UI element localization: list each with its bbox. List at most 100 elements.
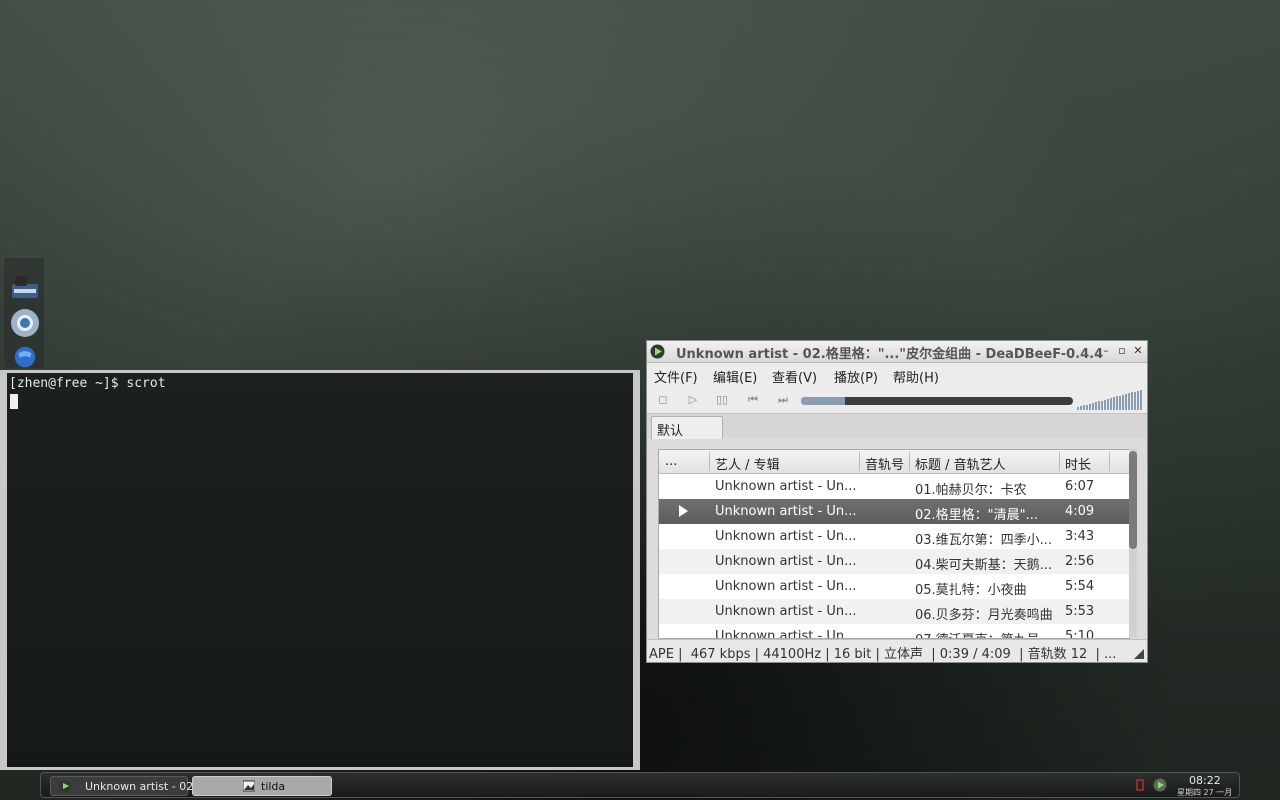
volume-level-bar — [1092, 402, 1094, 410]
terminal-prompt-line: [zhen@free ~]$ scrot — [9, 376, 166, 391]
row-title: 02.格里格："清晨"... — [915, 508, 1039, 523]
clock-time[interactable]: 08:22 — [1189, 774, 1221, 787]
close-button[interactable]: ✕ — [1131, 344, 1145, 358]
volume-bar[interactable] — [1077, 390, 1145, 410]
playlist-row-playing[interactable]: Unknown artist - Un... 02.格里格："清晨"... 4:… — [659, 499, 1129, 524]
chromium-launcher-icon[interactable] — [10, 308, 40, 338]
terminal-area[interactable]: [zhen@free ~]$ scrot — [7, 373, 633, 767]
row-duration: 5:10 — [1065, 629, 1095, 639]
tray-alert-icon[interactable] — [1135, 779, 1145, 791]
row-artist: Unknown artist - Un... — [715, 554, 857, 569]
playlist: ... 艺人 / 专辑 音轨号 标题 / 音轨艺人 时长 Unknown art… — [658, 449, 1130, 639]
playlist-row[interactable]: Unknown artist - Un... 07.德沃夏克：第九号... 5:… — [659, 624, 1129, 639]
volume-level-bar — [1119, 395, 1121, 410]
tab-default[interactable]: 默认 — [651, 416, 723, 439]
volume-level-bar — [1101, 400, 1103, 410]
status-bar: APE | 467 kbps | 44100Hz | 16 bit | 立体声 … — [647, 639, 1147, 662]
column-divider[interactable] — [859, 452, 860, 471]
volume-level-bar — [1113, 397, 1115, 410]
window-title: Unknown artist - 02.格里格："..."皮尔金组曲 - Dea… — [676, 347, 1104, 362]
volume-level-bar — [1137, 390, 1139, 410]
resize-grip[interactable] — [1134, 649, 1144, 659]
menu-help[interactable]: 帮助(H) — [893, 367, 939, 386]
taskbar-item-deadbeef[interactable]: Unknown artist - 02.... — [50, 776, 207, 796]
scrollbar-thumb[interactable] — [1129, 451, 1137, 549]
row-title: 07.德沃夏克：第九号... — [915, 629, 1057, 638]
desktop-dock — [4, 258, 44, 368]
row-title: 06.贝多芬：月光奏鸣曲 — [915, 608, 1053, 623]
clock-date: 星期四 27 一月 — [1177, 788, 1233, 797]
deadbeef-icon — [59, 780, 71, 792]
row-title: 01.帕赫贝尔：卡农 — [915, 483, 1027, 498]
minimize-button[interactable]: – — [1099, 344, 1113, 358]
row-duration: 2:56 — [1065, 554, 1095, 569]
row-duration: 4:09 — [1065, 504, 1095, 519]
volume-level-bar — [1095, 402, 1097, 410]
status-text: APE | 467 kbps | 44100Hz | 16 bit | 立体声 … — [649, 647, 1117, 662]
pause-icon[interactable]: ▯▯ — [714, 392, 730, 408]
playlist-header: ... 艺人 / 专辑 音轨号 标题 / 音轨艺人 时长 — [659, 450, 1129, 474]
tab-label: 默认 — [657, 424, 684, 439]
taskbar: Unknown artist - 02.... tilda 08:22 星期四 … — [40, 772, 1240, 798]
column-artist-album[interactable]: 艺人 / 专辑 — [715, 454, 780, 473]
seek-bar[interactable] — [801, 397, 1073, 405]
volume-level-bar — [1083, 405, 1085, 410]
terminal-launcher-icon[interactable] — [10, 272, 40, 302]
volume-level-bar — [1080, 406, 1082, 410]
volume-level-bar — [1107, 398, 1109, 410]
tray-deadbeef-icon[interactable] — [1153, 778, 1167, 792]
row-artist: Unknown artist - Un... — [715, 479, 857, 494]
row-title: 05.莫扎特：小夜曲 — [915, 583, 1027, 598]
row-artist: Unknown artist - Un... — [715, 529, 857, 544]
terminal-window[interactable]: [zhen@free ~]$ scrot — [0, 370, 640, 770]
volume-level-bar — [1089, 403, 1091, 410]
terminal-cursor — [10, 394, 18, 409]
maximize-button[interactable]: ▫ — [1115, 344, 1129, 358]
row-duration: 3:43 — [1065, 529, 1095, 544]
volume-level-bar — [1116, 396, 1118, 410]
volume-level-bar — [1086, 404, 1088, 410]
column-divider[interactable] — [909, 452, 910, 471]
menu-edit[interactable]: 编辑(E) — [713, 367, 757, 386]
stop-icon[interactable]: ◻ — [655, 392, 671, 408]
column-track-number[interactable]: 音轨号 — [865, 454, 904, 473]
volume-level-bar — [1128, 393, 1130, 410]
playlist-row[interactable]: Unknown artist - Un... 01.帕赫贝尔：卡农 6:07 — [659, 474, 1129, 499]
volume-level-bar — [1104, 399, 1106, 410]
next-icon[interactable]: ⏭ — [775, 392, 791, 408]
playlist-tabs: 默认 — [647, 414, 1147, 439]
column-duration[interactable]: 时长 — [1065, 454, 1091, 473]
menu-file[interactable]: 文件(F) — [654, 367, 698, 386]
volume-level-bar — [1134, 391, 1136, 410]
playlist-row[interactable]: Unknown artist - Un... 06.贝多芬：月光奏鸣曲 5:53 — [659, 599, 1129, 624]
menu-playback[interactable]: 播放(P) — [834, 367, 878, 386]
playlist-row[interactable]: Unknown artist - Un... 05.莫扎特：小夜曲 5:54 — [659, 574, 1129, 599]
row-artist: Unknown artist - Un... — [715, 504, 857, 519]
playlist-scrollbar[interactable] — [1129, 449, 1137, 637]
play-icon[interactable]: ▷ — [685, 392, 701, 408]
image-icon — [243, 780, 255, 792]
row-artist: Unknown artist - Un... — [715, 629, 857, 639]
column-divider[interactable] — [709, 452, 710, 471]
column-divider[interactable] — [1109, 452, 1110, 471]
menu-bar: 文件(F) 编辑(E) 查看(V) 播放(P) 帮助(H) — [647, 363, 1147, 387]
playlist-row[interactable]: Unknown artist - Un... 03.维瓦尔第：四季小... 3:… — [659, 524, 1129, 549]
task-label: Unknown artist - 02.... — [85, 780, 208, 793]
title-bar[interactable]: Unknown artist - 02.格里格："..."皮尔金组曲 - Dea… — [647, 341, 1147, 363]
volume-level-bar — [1125, 394, 1127, 410]
column-title[interactable]: 标题 / 音轨艺人 — [915, 454, 1006, 473]
seek-progress — [801, 397, 845, 405]
playlist-row[interactable]: Unknown artist - Un... 04.柴可夫斯基：天鹅... 2:… — [659, 549, 1129, 574]
column-divider[interactable] — [1059, 452, 1060, 471]
column-status[interactable]: ... — [665, 454, 677, 469]
previous-icon[interactable]: ⏮ — [745, 392, 761, 408]
volume-level-bar — [1140, 390, 1142, 410]
row-title: 04.柴可夫斯基：天鹅... — [915, 558, 1053, 573]
row-duration: 6:07 — [1065, 479, 1095, 494]
row-duration: 5:54 — [1065, 579, 1095, 594]
taskbar-item-tilda[interactable]: tilda — [192, 776, 332, 796]
menu-view[interactable]: 查看(V) — [772, 367, 817, 386]
volume-level-bar — [1122, 394, 1124, 410]
browser-launcher-icon[interactable] — [10, 346, 40, 368]
row-duration: 5:53 — [1065, 604, 1095, 619]
